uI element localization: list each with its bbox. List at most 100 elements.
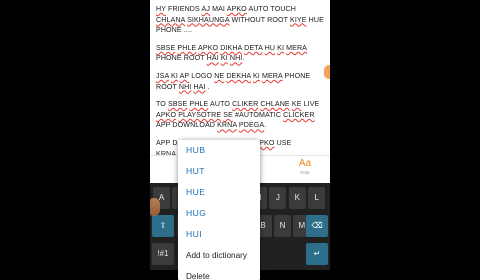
note-text: ROOT: [156, 82, 179, 91]
misspelled-word: AP: [179, 71, 190, 80]
note-paragraph: SBSE PHLE APKO DIKHA DETA HU KI MERA PHON…: [156, 43, 324, 64]
note-text: PHONE ....: [156, 26, 193, 35]
key-k[interactable]: K: [288, 187, 306, 209]
misspelled-word: CLICKER: [283, 110, 315, 119]
note-text: PHONE ROOT: [156, 54, 207, 63]
misspelled-word: HU: [264, 43, 276, 52]
misspelled-word: NE: [214, 71, 225, 80]
note-text: #AUTOMATIC: [232, 110, 284, 119]
note-text: MAI: [210, 5, 227, 13]
note-line: APP DOWNLOAD KRNA PDEGA.: [156, 120, 324, 131]
note-text: FRIENDS: [165, 5, 202, 13]
misspelled-word: CHLANE: [260, 100, 290, 109]
key-label: ↵: [313, 249, 321, 258]
note-text: WITHOUT ROOT: [229, 15, 291, 24]
misspelled-word: SBSE: [168, 100, 188, 109]
misspelled-word: MERA: [261, 71, 283, 80]
note-text: PHONE: [282, 71, 311, 80]
note-line: TO SBSE PHLE AUTO CLIKER CHLANE KE LIVE: [156, 99, 324, 110]
key-label: N: [279, 221, 286, 230]
suggestion-item[interactable]: HUB: [178, 140, 260, 161]
note-text: USE: [274, 138, 292, 147]
note-line: JSA KI AP LOGO NE DEKHA KI MERA PHONE: [156, 71, 324, 82]
note-text: TO: [156, 100, 168, 109]
note-line: CHLANA SIKHAUNGA WITHOUT ROOT KIYE HUE: [156, 15, 324, 26]
shift-key[interactable]: ⇧: [152, 215, 174, 237]
note-text: HUE: [306, 15, 324, 24]
suggestion-popup: HUB HUT HUE HUG HUI Add to dictionary De…: [178, 140, 260, 280]
key-label: ⇧: [159, 221, 167, 230]
misspelled-word: PDEGA: [238, 121, 265, 130]
note-text: LIVE: [301, 100, 320, 109]
misspelled-word: MERA: [286, 43, 308, 52]
misspelled-word: PLAYSOTRE: [178, 110, 222, 119]
note-paragraph: HY FRIENDS AJ MAI APKO AUTO TOUCH CHLANA …: [156, 4, 324, 36]
note-paragraph: TO SBSE PHLE AUTO CLIKER CHLANE KE LIVE A…: [156, 99, 324, 131]
misspelled-word: PHLE: [177, 43, 197, 52]
note-text: LOGO: [189, 71, 215, 80]
misspelled-word: KI: [277, 43, 285, 52]
note-text: APP D: [156, 138, 178, 147]
misspelled-word: SIKHAUNGA: [187, 15, 230, 24]
font-tool-label: Font: [300, 170, 310, 175]
delete-item[interactable]: Delete: [178, 266, 260, 280]
font-icon: Aa: [298, 158, 312, 169]
key-n[interactable]: N: [274, 215, 291, 237]
edge-panel-handle[interactable]: [324, 65, 330, 79]
misspelled-word: SBSE: [156, 43, 176, 52]
misspelled-word: DETA: [244, 43, 263, 52]
misspelled-word: APKO: [226, 5, 247, 13]
note-line: PHONE ROOT HAI KI NHI.: [156, 53, 324, 64]
key-j[interactable]: J: [269, 187, 287, 209]
misspelled-word: HY: [156, 5, 166, 13]
misspelled-word: KRNA: [217, 121, 237, 130]
note-text: .: [205, 82, 210, 91]
key-label: L: [314, 193, 319, 202]
suggestion-item[interactable]: HUG: [178, 203, 260, 224]
misspelled-word: NHI: [178, 82, 192, 91]
enter-key[interactable]: ↵: [306, 243, 328, 265]
suggestion-item[interactable]: HUT: [178, 161, 260, 182]
misspelled-word: JSA: [156, 71, 169, 80]
misspelled-word: HAI: [193, 82, 206, 91]
key-label: K: [294, 193, 300, 202]
misspelled-word: KI: [220, 54, 228, 63]
note-line: APKO PLAYSOTRE SE #AUTOMATIC CLICKER: [156, 110, 324, 121]
misspelled-word: AJ: [201, 5, 211, 13]
key-label: M: [298, 221, 306, 230]
note-text: .: [264, 121, 267, 130]
add-to-dictionary-item[interactable]: Add to dictionary: [178, 245, 260, 266]
finger-overlay: [150, 198, 160, 216]
misspelled-word: KIYE: [290, 15, 307, 24]
misspelled-word: APKO: [198, 43, 219, 52]
note-line: SBSE PHLE APKO DIKHA DETA HU KI MERA: [156, 43, 324, 54]
note-text: AUTO TOUCH: [246, 5, 297, 13]
note-line: HY FRIENDS AJ MAI APKO AUTO TOUCH: [156, 4, 324, 15]
key-label: J: [275, 193, 280, 202]
misspelled-word: PHLE: [189, 100, 209, 109]
misspelled-word: KI: [252, 71, 260, 80]
font-tool-button[interactable]: Aa Font: [290, 158, 320, 176]
misspelled-word: CLIKER: [232, 100, 259, 109]
key-label: A: [158, 193, 165, 202]
backspace-key[interactable]: ⌫: [306, 215, 328, 237]
note-text: APP DOWNLOAD: [156, 121, 218, 130]
key-label: ⌫: [311, 221, 323, 230]
misspelled-word: DEKHA: [226, 71, 251, 80]
misspelled-word: KI: [171, 71, 178, 80]
suggestion-item[interactable]: HUE: [178, 182, 260, 203]
symbols-key[interactable]: !#1: [152, 243, 174, 265]
misspelled-word: APKO: [156, 110, 177, 119]
misspelled-word: HAI: [206, 54, 219, 63]
misspelled-word: SE: [223, 110, 233, 119]
misspelled-word: KE: [291, 100, 302, 109]
key-l[interactable]: L: [308, 187, 326, 209]
note-paragraph: JSA KI AP LOGO NE DEKHA KI MERA PHONE ROO…: [156, 71, 324, 92]
misspelled-word: DIKHA: [220, 43, 243, 52]
suggestion-item[interactable]: HUI: [178, 224, 260, 245]
note-text: AUTO: [208, 100, 233, 109]
note-line: PHONE ....: [156, 25, 324, 36]
misspelled-word: CHLANA: [156, 15, 185, 24]
note-line: ROOT NHI HAI .: [156, 82, 324, 93]
key-label: !#1: [157, 249, 169, 258]
